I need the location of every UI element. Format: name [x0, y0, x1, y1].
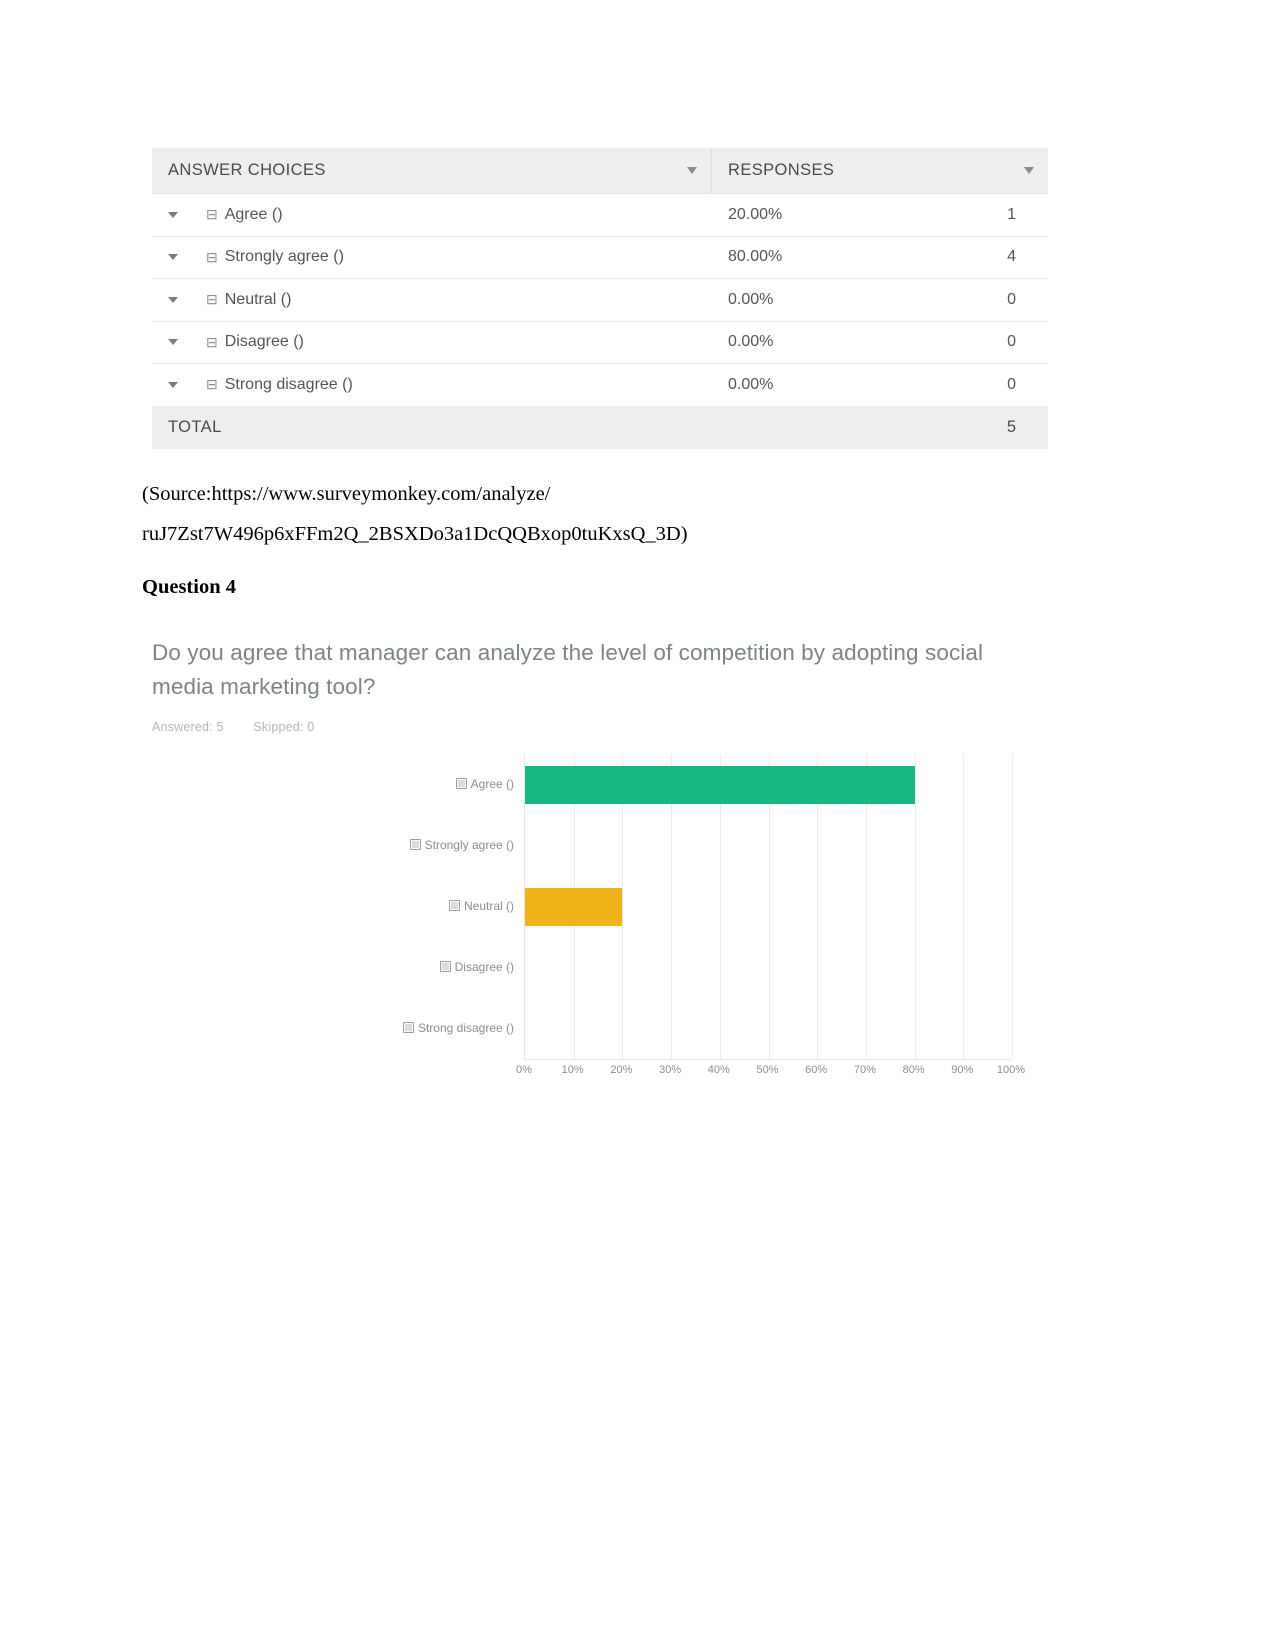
- chart-x-tick-label: 10%: [561, 1064, 584, 1076]
- checkbox-icon: ⊟: [206, 206, 218, 223]
- row-choice-cell: ⊟ Neutral (): [152, 291, 712, 309]
- chart-category-label: Disagree (): [439, 960, 514, 975]
- checkbox-icon: [439, 961, 451, 972]
- table-row[interactable]: ⊟ Disagree () 0.00% 0: [152, 321, 1048, 364]
- chart-x-tick-label: 60%: [805, 1064, 828, 1076]
- row-choice-cell: ⊟ Strongly agree (): [152, 248, 712, 266]
- chart-category-label-text: Agree (): [470, 777, 514, 791]
- row-choice-label: Strongly agree (): [224, 248, 344, 266]
- total-label: TOTAL: [168, 418, 222, 436]
- row-choice-cell: ⊟ Strong disagree (): [152, 376, 712, 394]
- row-choice-label: Disagree (): [224, 333, 304, 351]
- chart-category-label: Strongly agree (): [409, 838, 514, 853]
- chart-x-tick-label: 20%: [610, 1064, 633, 1076]
- chart-title: Do you agree that manager can analyze th…: [152, 640, 984, 699]
- chart-bar: [525, 765, 915, 804]
- checkbox-icon: ⊟: [206, 333, 218, 350]
- row-choice-cell: ⊟ Disagree (): [152, 333, 712, 351]
- chevron-down-icon[interactable]: [168, 381, 178, 388]
- chart-x-tick-label: 80%: [902, 1064, 925, 1076]
- chart-category-label: Strong disagree (): [402, 1021, 514, 1036]
- chart-category-label-text: Strongly agree (): [424, 838, 514, 852]
- table-row[interactable]: ⊟ Agree () 20.00% 1: [152, 194, 1048, 237]
- chart-gridline: [963, 754, 965, 1059]
- chart-x-tick-label: 0%: [516, 1064, 532, 1076]
- checkbox-icon: ⊟: [206, 376, 218, 393]
- chart-x-tick-label: 30%: [659, 1064, 682, 1076]
- chart-gridline: [1012, 754, 1013, 1059]
- chevron-down-icon[interactable]: [168, 211, 178, 218]
- checkbox-icon: [448, 900, 460, 911]
- checkbox-icon: [409, 839, 421, 850]
- skipped-count-label: Skipped: 0: [253, 720, 315, 734]
- chart-category-label-text: Strong disagree (): [417, 1021, 514, 1035]
- chart-x-axis-ticks: 0% 10% 20% 30% 40% 50% 60% 70% 80% 90% 100%: [516, 1064, 1025, 1084]
- table-row[interactable]: ⊟ Strongly agree () 80.00% 4: [152, 236, 1048, 279]
- source-line-2: ruJ7Zst7W496p6xFFm2Q_2BSXDo3a1DcQQBxop0t…: [142, 523, 688, 545]
- chart-x-tick-label: 40%: [707, 1064, 730, 1076]
- row-choice-label: Strong disagree (): [224, 375, 353, 393]
- chart-response-meta: Answered: 5 Skipped: 0: [152, 720, 1052, 734]
- row-percent-value: 0.00%: [728, 375, 774, 393]
- chart-category-label-text: Disagree (): [454, 960, 514, 974]
- chart-x-tick-label: 100%: [996, 1064, 1026, 1076]
- column-header-answer-choices-label: ANSWER CHOICES: [168, 161, 326, 179]
- chart-x-tick-label: 50%: [756, 1064, 779, 1076]
- chart-category-label-text: Neutral (): [463, 899, 514, 913]
- chart-category-label: Neutral (): [448, 899, 514, 914]
- checkbox-icon: ⊟: [206, 291, 218, 308]
- checkbox-icon: [455, 778, 467, 789]
- column-header-answer-choices[interactable]: ANSWER CHOICES: [152, 148, 712, 193]
- page-title: Question 4: [142, 576, 236, 598]
- chart-bar: [525, 887, 623, 926]
- answered-count-label: Answered: 5: [152, 720, 224, 734]
- row-percent-value: 0.00%: [728, 290, 774, 308]
- total-count-value: 5: [1006, 418, 1016, 436]
- row-count-value: 0: [1007, 333, 1016, 351]
- chart-category-label: Agree (): [455, 777, 514, 792]
- row-percent-value: 20.00%: [728, 205, 783, 223]
- source-line-1: (Source:https://www.surveymonkey.com/ana…: [142, 483, 551, 505]
- row-choice-cell: ⊟ Agree (): [152, 206, 712, 224]
- chart-x-tick-label: 90%: [951, 1064, 974, 1076]
- column-header-responses-label: RESPONSES: [728, 161, 835, 179]
- row-count-value: 1: [1007, 205, 1016, 223]
- chart-x-axis-line: [524, 1059, 1011, 1060]
- chart-gridline: [914, 754, 916, 1059]
- row-count-value: 0: [1007, 375, 1016, 393]
- survey-question-chart: Do you agree that manager can analyze th…: [152, 636, 1052, 1104]
- checkbox-icon: [402, 1022, 414, 1033]
- chevron-down-icon[interactable]: [168, 339, 178, 346]
- bar-chart: Agree () Strongly agree () Neutral () Disag…: [152, 754, 1025, 1104]
- table-row[interactable]: ⊟ Strong disagree () 0.00% 0: [152, 364, 1048, 407]
- answer-choices-results-table: ANSWER CHOICES RESPONSES ⊟ Agree () 20.0…: [152, 148, 1048, 449]
- row-percent-value: 0.00%: [728, 333, 774, 351]
- row-percent-value: 80.00%: [728, 248, 783, 266]
- row-choice-label: Agree (): [224, 205, 283, 223]
- chevron-down-icon[interactable]: [168, 296, 178, 303]
- row-count-value: 0: [1007, 290, 1016, 308]
- source-citation: (Source:https://www.surveymonkey.com/ana…: [142, 474, 1042, 554]
- chart-plot-area: [524, 754, 1013, 1059]
- chevron-down-icon[interactable]: [168, 254, 178, 261]
- row-count-value: 4: [1007, 248, 1016, 266]
- chevron-down-icon[interactable]: [1024, 167, 1034, 174]
- row-choice-label: Neutral (): [224, 290, 292, 308]
- table-total-row: TOTAL 5: [152, 406, 1048, 449]
- chart-x-tick-label: 70%: [853, 1064, 876, 1076]
- checkbox-icon: ⊟: [206, 248, 218, 265]
- chevron-down-icon[interactable]: [687, 167, 697, 174]
- chart-category-axis: Agree () Strongly agree () Neutral () Disag…: [292, 754, 522, 1059]
- table-row[interactable]: ⊟ Neutral () 0.00% 0: [152, 279, 1048, 322]
- table-header-row: ANSWER CHOICES RESPONSES: [152, 148, 1048, 194]
- column-header-responses[interactable]: RESPONSES: [712, 148, 1048, 193]
